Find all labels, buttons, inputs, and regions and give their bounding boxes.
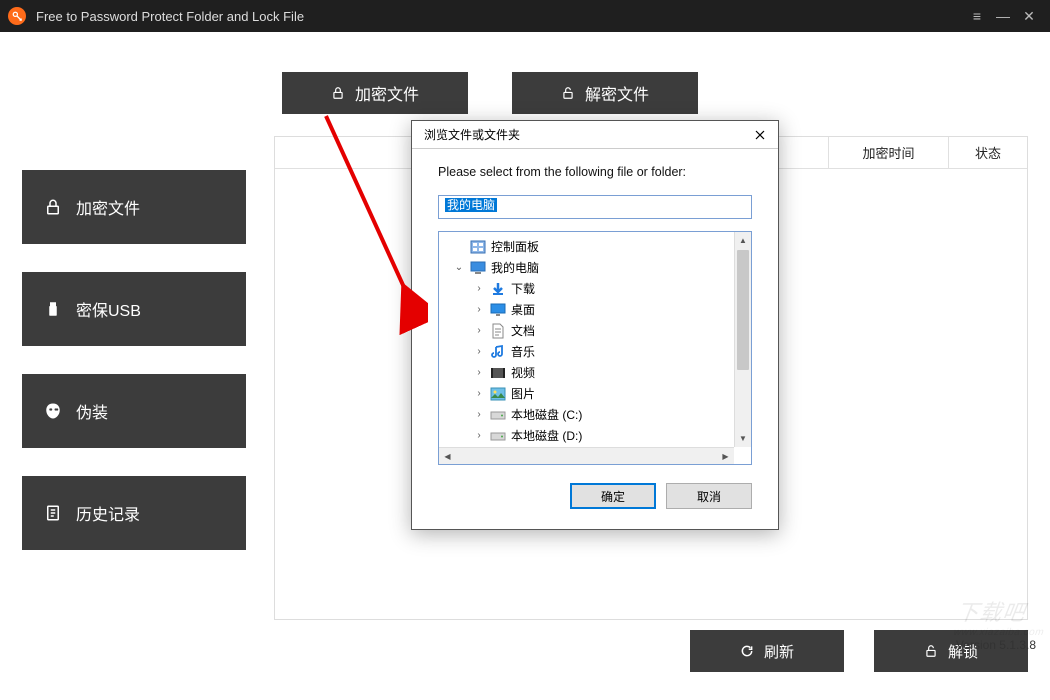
menu-icon[interactable]: ≡ bbox=[964, 0, 990, 32]
desktop-icon bbox=[490, 302, 506, 318]
mask-icon bbox=[44, 402, 62, 420]
tree-item-label: 桌面 bbox=[511, 301, 535, 318]
tree-item-label: 本地磁盘 (D:) bbox=[511, 427, 582, 444]
dialog-cancel-button[interactable]: 取消 bbox=[666, 483, 752, 509]
footer-buttons: 刷新 解锁 bbox=[0, 620, 1050, 700]
sidebar-item-disguise[interactable]: 伪装 bbox=[22, 374, 246, 448]
video-icon bbox=[490, 365, 506, 381]
lock-icon bbox=[331, 86, 345, 100]
browse-dialog: 浏览文件或文件夹 Please select from the followin… bbox=[411, 120, 779, 530]
sidebar-item-usb[interactable]: 密保USB bbox=[22, 272, 246, 346]
sidebar-item-label: 密保USB bbox=[76, 297, 141, 321]
decrypt-file-button[interactable]: 解密文件 bbox=[512, 72, 698, 114]
tree-item-label: 控制面板 bbox=[491, 238, 539, 255]
sidebar: 加密文件 密保USB 伪装 历史记录 bbox=[22, 72, 246, 620]
sidebar-item-label: 伪装 bbox=[76, 399, 108, 423]
tree-expander-icon[interactable]: › bbox=[473, 283, 485, 294]
dialog-close-button[interactable] bbox=[748, 124, 772, 146]
app-title: Free to Password Protect Folder and Lock… bbox=[36, 9, 304, 24]
lock-icon bbox=[44, 198, 62, 216]
sidebar-item-encrypt[interactable]: 加密文件 bbox=[22, 170, 246, 244]
encrypt-file-button[interactable]: 加密文件 bbox=[282, 72, 468, 114]
tree-item-label: 音乐 bbox=[511, 343, 535, 360]
tree-item[interactable]: › 音乐 bbox=[445, 341, 751, 362]
unlock-icon bbox=[924, 644, 938, 658]
scroll-left-icon[interactable]: ◀ bbox=[439, 448, 456, 464]
scrollbar-thumb[interactable] bbox=[737, 250, 749, 370]
tree-scrollbar-horizontal[interactable]: ◀ ▶ bbox=[439, 447, 734, 464]
download-icon bbox=[490, 281, 506, 297]
scroll-right-icon[interactable]: ▶ bbox=[717, 448, 734, 464]
dialog-path-input[interactable]: 我的电脑 bbox=[438, 195, 752, 219]
scroll-down-icon[interactable]: ▼ bbox=[735, 430, 751, 447]
tree-item[interactable]: ⌄ 我的电脑 bbox=[445, 257, 751, 278]
music-icon bbox=[490, 344, 506, 360]
tree-item-label: 视频 bbox=[511, 364, 535, 381]
tree-item[interactable]: › 下载 bbox=[445, 278, 751, 299]
tree-expander-icon[interactable]: › bbox=[473, 430, 485, 441]
button-label: 刷新 bbox=[764, 641, 794, 662]
dialog-title: 浏览文件或文件夹 bbox=[424, 126, 520, 143]
tree-item[interactable]: › 文档 bbox=[445, 320, 751, 341]
drive-icon bbox=[490, 428, 506, 444]
button-label: 解密文件 bbox=[585, 81, 649, 105]
usb-icon bbox=[44, 300, 62, 318]
tree-expander-icon[interactable]: ⌄ bbox=[453, 262, 465, 273]
tree-expander-icon[interactable]: › bbox=[473, 367, 485, 378]
tree-expander-icon[interactable]: › bbox=[473, 304, 485, 315]
minimize-button[interactable]: — bbox=[990, 0, 1016, 32]
tree-scrollbar-vertical[interactable]: ▲ ▼ bbox=[734, 232, 751, 447]
refresh-button[interactable]: 刷新 bbox=[690, 630, 844, 672]
image-icon bbox=[490, 386, 506, 402]
history-icon bbox=[44, 504, 62, 522]
tree-item[interactable]: › 图片 bbox=[445, 383, 751, 404]
tree-item[interactable]: › 本地磁盘 (C:) bbox=[445, 404, 751, 425]
titlebar: Free to Password Protect Folder and Lock… bbox=[0, 0, 1050, 32]
dialog-titlebar[interactable]: 浏览文件或文件夹 bbox=[412, 121, 778, 149]
scroll-up-icon[interactable]: ▲ bbox=[735, 232, 751, 249]
unlock-icon bbox=[561, 86, 575, 100]
tree-item-label: 下载 bbox=[511, 280, 535, 297]
tree-expander-icon[interactable]: › bbox=[473, 409, 485, 420]
panel-icon bbox=[470, 239, 486, 255]
pc-icon bbox=[470, 260, 486, 276]
version-label: Version 5.1.3.8 bbox=[956, 638, 1036, 652]
table-header-time[interactable]: 加密时间 bbox=[829, 137, 949, 168]
sidebar-item-history[interactable]: 历史记录 bbox=[22, 476, 246, 550]
dialog-instruction: Please select from the following file or… bbox=[438, 165, 752, 179]
tree-expander-icon[interactable]: › bbox=[473, 325, 485, 336]
app-logo-icon bbox=[8, 7, 26, 25]
sidebar-item-label: 加密文件 bbox=[76, 195, 140, 219]
folder-tree[interactable]: 控制面板 ⌄ 我的电脑 › 下载 › 桌面 › 文档 › 音乐 › 视频 › 图片 › 本地磁盘 (C:) › 本地… bbox=[438, 231, 752, 465]
button-label: 加密文件 bbox=[355, 81, 419, 105]
drive-icon bbox=[490, 407, 506, 423]
tree-item-label: 本地磁盘 (C:) bbox=[511, 406, 582, 423]
top-button-row: 加密文件 解密文件 bbox=[274, 72, 1028, 114]
tree-item[interactable]: › 视频 bbox=[445, 362, 751, 383]
table-header-status[interactable]: 状态 bbox=[949, 137, 1027, 168]
tree-item-label: 文档 bbox=[511, 322, 535, 339]
refresh-icon bbox=[740, 644, 754, 658]
tree-item[interactable]: › 本地磁盘 (D:) bbox=[445, 425, 751, 446]
dialog-ok-button[interactable]: 确定 bbox=[570, 483, 656, 509]
tree-expander-icon[interactable]: › bbox=[473, 346, 485, 357]
close-button[interactable]: ✕ bbox=[1016, 0, 1042, 32]
tree-item-label: 图片 bbox=[511, 385, 535, 402]
close-icon bbox=[755, 130, 765, 140]
tree-item[interactable]: 控制面板 bbox=[445, 236, 751, 257]
tree-item[interactable]: › 桌面 bbox=[445, 299, 751, 320]
doc-icon bbox=[490, 323, 506, 339]
sidebar-item-label: 历史记录 bbox=[76, 501, 140, 525]
tree-expander-icon[interactable]: › bbox=[473, 388, 485, 399]
tree-item-label: 我的电脑 bbox=[491, 259, 539, 276]
